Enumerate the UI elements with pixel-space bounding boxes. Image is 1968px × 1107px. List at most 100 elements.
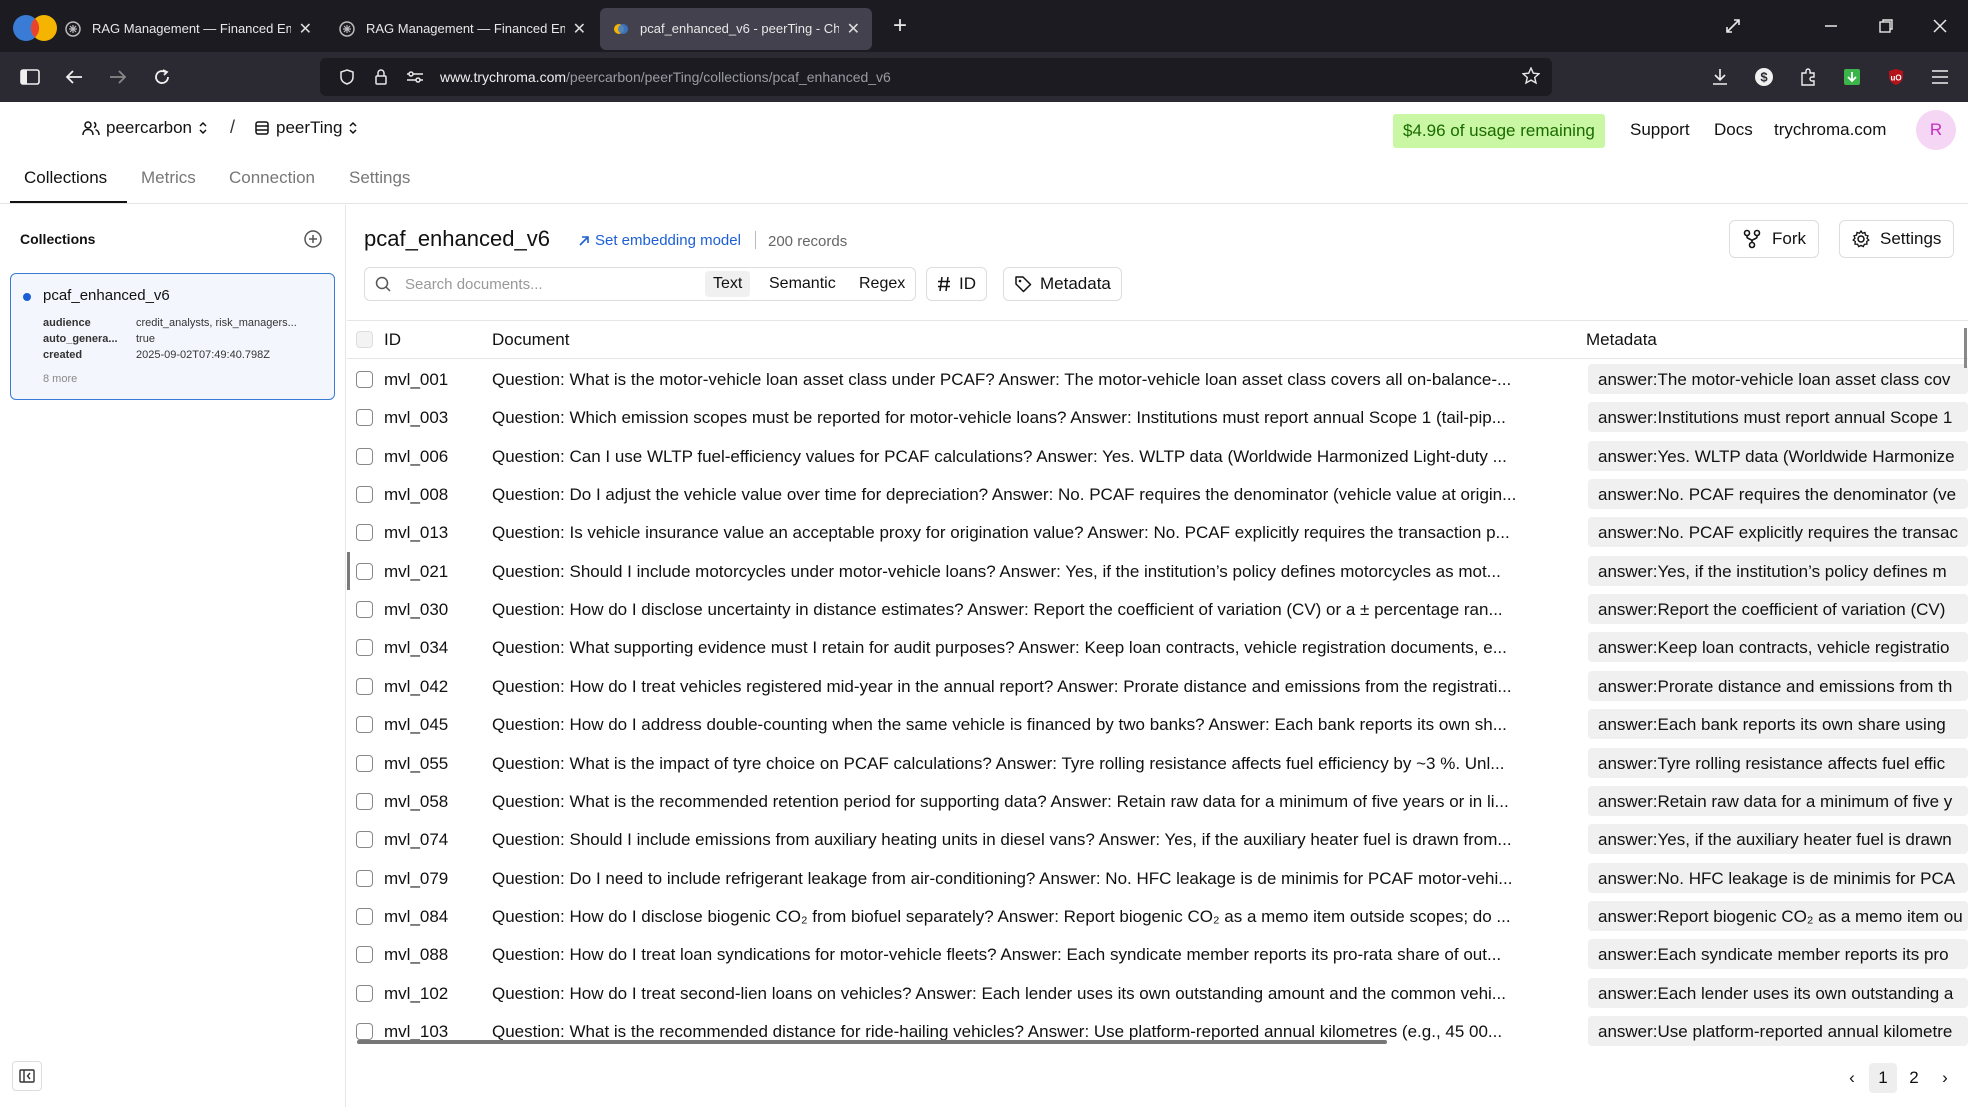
address-bar[interactable]: www.trychroma.com/peercarbon/peerTing/co… bbox=[320, 58, 1552, 96]
browser-tab-3-active[interactable]: pcaf_enhanced_v6 - peerTing - Chron ✕ bbox=[600, 7, 872, 50]
row-metadata-chip[interactable]: answer:No. HFC leakage is de minimis for… bbox=[1588, 862, 1968, 893]
search-mode-regex[interactable]: Regex bbox=[851, 271, 913, 297]
row-checkbox[interactable] bbox=[356, 562, 373, 580]
downloads-icon[interactable] bbox=[1698, 55, 1742, 99]
table-row[interactable]: mvl_045 Question: How do I address double… bbox=[347, 705, 1968, 743]
row-checkbox[interactable] bbox=[356, 907, 373, 925]
database-switcher[interactable]: peerTing bbox=[254, 118, 358, 138]
row-metadata-chip[interactable]: answer:No. PCAF requires the denominator… bbox=[1588, 479, 1968, 510]
row-metadata-chip[interactable]: answer:Tyre rolling resistance affects f… bbox=[1588, 747, 1968, 778]
search-mode-semantic[interactable]: Semantic bbox=[761, 271, 844, 297]
tracking-shield-icon[interactable] bbox=[330, 69, 364, 85]
table-row[interactable]: mvl_058 Question: What is the recommended… bbox=[347, 782, 1968, 820]
usage-badge[interactable]: $4.96 of usage remaining bbox=[1393, 114, 1605, 148]
table-row[interactable]: mvl_021 Question: Should I include motorc… bbox=[347, 551, 1968, 591]
table-row[interactable]: mvl_042 Question: How do I treat vehicles… bbox=[347, 667, 1968, 705]
table-row[interactable]: mvl_008 Question: Do I adjust the vehicle… bbox=[347, 475, 1968, 513]
row-metadata-chip[interactable]: answer:Report the coefficient of variati… bbox=[1588, 594, 1968, 625]
restore-icon[interactable] bbox=[1858, 0, 1914, 52]
table-row[interactable]: mvl_088 Question: How do I treat loan syn… bbox=[347, 935, 1968, 973]
table-row[interactable]: mvl_079 Question: Do I need to include re… bbox=[347, 859, 1968, 897]
row-checkbox[interactable] bbox=[356, 409, 373, 427]
trychroma-link[interactable]: trychroma.com bbox=[1774, 120, 1886, 140]
row-checkbox[interactable] bbox=[356, 754, 373, 772]
row-checkbox[interactable] bbox=[356, 792, 373, 810]
row-checkbox[interactable] bbox=[356, 601, 373, 619]
org-switcher[interactable]: peercarbon bbox=[82, 118, 208, 138]
avatar[interactable]: R bbox=[1916, 110, 1956, 150]
row-metadata-chip[interactable]: answer:Prorate distance and emissions fr… bbox=[1588, 670, 1968, 701]
row-checkbox[interactable] bbox=[356, 447, 373, 465]
collection-card-selected[interactable]: pcaf_enhanced_v6 audience credit_analysts… bbox=[10, 273, 335, 400]
tab-connection[interactable]: Connection bbox=[229, 168, 315, 188]
browser-tab-1[interactable]: RAG Management — Financed Emissi ✕ bbox=[52, 8, 324, 50]
row-metadata-chip[interactable]: answer:Use platform-reported annual kilo… bbox=[1588, 1015, 1968, 1046]
table-row[interactable]: mvl_103 Question: What is the recommended… bbox=[347, 1012, 1968, 1050]
menu-hamburger-icon[interactable] bbox=[1918, 55, 1962, 99]
tab-close-icon[interactable]: ✕ bbox=[847, 19, 860, 39]
row-metadata-chip[interactable]: answer:No. PCAF explicitly requires the … bbox=[1588, 517, 1968, 548]
fork-button[interactable]: Fork bbox=[1729, 220, 1819, 258]
row-metadata-chip[interactable]: answer:Report biogenic CO₂ as a memo ite… bbox=[1588, 900, 1968, 931]
row-metadata-chip[interactable]: answer:Keep loan contracts, vehicle regi… bbox=[1588, 632, 1968, 663]
vertical-scrollbar[interactable] bbox=[1964, 328, 1967, 368]
row-checkbox[interactable] bbox=[356, 486, 373, 504]
row-metadata-chip[interactable]: answer:Each lender uses its own outstand… bbox=[1588, 977, 1968, 1008]
page-1-button[interactable]: 1 bbox=[1869, 1063, 1897, 1093]
more-metadata-link[interactable]: 8 more bbox=[43, 373, 77, 385]
row-metadata-chip[interactable]: answer:Retain raw data for a minimum of … bbox=[1588, 785, 1968, 816]
bookmark-star-icon[interactable] bbox=[1521, 66, 1541, 88]
select-all-checkbox[interactable] bbox=[356, 331, 373, 348]
tab-collections[interactable]: Collections bbox=[24, 168, 107, 188]
reload-icon[interactable] bbox=[140, 55, 184, 99]
table-row[interactable]: mvl_001 Question: What is the motor-vehic… bbox=[347, 360, 1968, 398]
extensions-puzzle-icon[interactable] bbox=[1786, 55, 1830, 99]
page-2-button[interactable]: 2 bbox=[1900, 1063, 1928, 1093]
permissions-icon[interactable] bbox=[398, 70, 432, 84]
sidebar-toggle-icon[interactable] bbox=[8, 55, 52, 99]
set-embedding-model-link[interactable]: Set embedding model bbox=[578, 232, 741, 249]
id-filter-button[interactable]: ID bbox=[926, 267, 987, 301]
support-link[interactable]: Support bbox=[1630, 120, 1690, 140]
tab-close-icon[interactable]: ✕ bbox=[573, 19, 586, 39]
column-header-id[interactable]: ID bbox=[384, 330, 401, 350]
table-row[interactable]: mvl_013 Question: Is vehicle insurance va… bbox=[347, 513, 1968, 551]
new-tab-icon[interactable]: + bbox=[880, 6, 920, 46]
minimize-icon[interactable] bbox=[1803, 0, 1859, 52]
docs-link[interactable]: Docs bbox=[1714, 120, 1753, 140]
row-metadata-chip[interactable]: answer:Each syndicate member reports its… bbox=[1588, 939, 1968, 970]
table-row[interactable]: mvl_003 Question: Which emission scopes m… bbox=[347, 398, 1968, 436]
row-checkbox[interactable] bbox=[356, 869, 373, 887]
table-row[interactable]: mvl_030 Question: How do I disclose uncer… bbox=[347, 590, 1968, 628]
metadata-filter-button[interactable]: Metadata bbox=[1003, 267, 1122, 301]
extension-dollar-icon[interactable]: $ bbox=[1742, 55, 1786, 99]
back-icon[interactable] bbox=[52, 55, 96, 99]
tab-settings[interactable]: Settings bbox=[349, 168, 410, 188]
prev-page-icon[interactable]: ‹ bbox=[1838, 1063, 1866, 1093]
table-row[interactable]: mvl_074 Question: Should I include emissi… bbox=[347, 820, 1968, 858]
table-row[interactable]: mvl_006 Question: Can I use WLTP fuel-eff… bbox=[347, 437, 1968, 475]
table-row[interactable]: mvl_034 Question: What supporting evidenc… bbox=[347, 628, 1968, 666]
tab-close-icon[interactable]: ✕ bbox=[299, 19, 312, 39]
row-checkbox[interactable] bbox=[356, 371, 373, 388]
add-collection-icon[interactable] bbox=[303, 229, 323, 254]
row-metadata-chip[interactable]: answer:Yes. WLTP data (Worldwide Harmoni… bbox=[1588, 440, 1968, 471]
tab-metrics[interactable]: Metrics bbox=[141, 168, 196, 188]
row-metadata-chip[interactable]: answer:Yes, if the auxiliary heater fuel… bbox=[1588, 824, 1968, 855]
fullscreen-icon[interactable] bbox=[1705, 0, 1761, 52]
horizontal-scrollbar[interactable] bbox=[357, 1040, 1387, 1044]
row-metadata-chip[interactable]: answer:The motor-vehicle loan asset clas… bbox=[1588, 364, 1968, 394]
row-checkbox[interactable] bbox=[356, 984, 373, 1002]
settings-button[interactable]: Settings bbox=[1839, 220, 1955, 258]
extension-download-green-icon[interactable] bbox=[1830, 55, 1874, 99]
row-checkbox[interactable] bbox=[356, 677, 373, 695]
browser-tab-2[interactable]: RAG Management — Financed Emissi ✕ bbox=[326, 8, 598, 50]
row-checkbox[interactable] bbox=[356, 524, 373, 542]
row-metadata-chip[interactable]: answer:Institutions must report annual S… bbox=[1588, 402, 1968, 433]
next-page-icon[interactable]: › bbox=[1931, 1063, 1959, 1093]
column-header-metadata[interactable]: Metadata bbox=[1586, 330, 1657, 350]
search-mode-text[interactable]: Text bbox=[705, 271, 751, 297]
row-metadata-chip[interactable]: answer:Yes, if the institution’s policy … bbox=[1588, 555, 1968, 586]
table-row[interactable]: mvl_084 Question: How do I disclose bioge… bbox=[347, 897, 1968, 935]
column-header-document[interactable]: Document bbox=[492, 330, 569, 350]
